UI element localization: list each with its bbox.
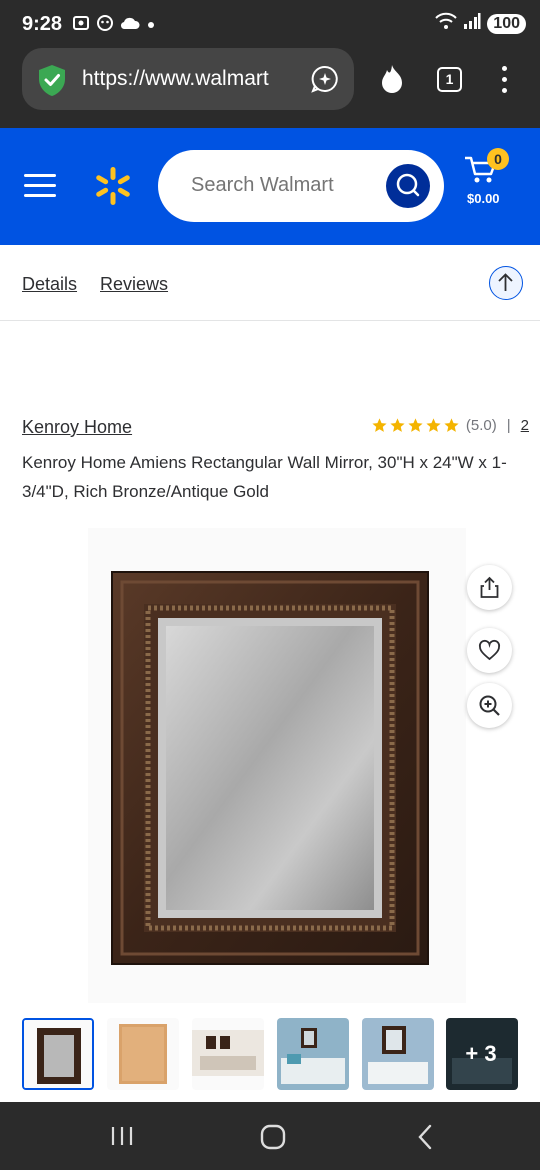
- wifi-icon: [435, 12, 458, 35]
- search-icon: [396, 173, 420, 197]
- rating-value: (5.0): [465, 417, 497, 434]
- assistant-icon[interactable]: [310, 64, 340, 99]
- search-bar[interactable]: [158, 150, 444, 222]
- cart-button[interactable]: 0 $0.00: [463, 148, 513, 208]
- cart-count-badge: 0: [487, 148, 509, 170]
- scroll-to-top-button[interactable]: [489, 266, 523, 300]
- star-icon: [426, 418, 441, 432]
- walmart-header: 0 $0.00: [0, 128, 540, 245]
- url-text[interactable]: https://www.walmart: [82, 67, 297, 91]
- tab-switcher-button[interactable]: 1: [437, 67, 462, 92]
- reviews-link[interactable]: Reviews: [100, 274, 168, 295]
- favorite-button[interactable]: [467, 628, 512, 673]
- more-menu-icon[interactable]: [502, 66, 508, 99]
- home-icon[interactable]: [260, 1124, 286, 1155]
- status-bar: 9:28 100: [0, 0, 540, 48]
- walmart-spark-logo[interactable]: [93, 166, 133, 211]
- status-system-icons: 100: [435, 12, 526, 35]
- search-button[interactable]: [386, 164, 430, 208]
- zoom-button[interactable]: [467, 683, 512, 728]
- rating-separator: |: [506, 417, 511, 434]
- heart-icon: [478, 639, 501, 661]
- recent-apps-icon[interactable]: [110, 1124, 134, 1153]
- more-images-count: + 3: [465, 1041, 497, 1066]
- browser-toolbar: https://www.walmart 1: [0, 48, 540, 128]
- menu-icon[interactable]: [24, 174, 56, 204]
- product-main-image[interactable]: [88, 528, 466, 1003]
- zoom-in-icon: [479, 695, 500, 716]
- fire-icon[interactable]: [378, 64, 406, 99]
- star-icon: [408, 418, 423, 432]
- share-button[interactable]: [467, 565, 512, 610]
- app-notification-icon: [96, 14, 114, 37]
- secure-shield-icon[interactable]: [36, 63, 68, 102]
- arrow-up-icon: [498, 273, 513, 291]
- image-thumbnails: + 3: [22, 1018, 518, 1090]
- thumbnail-mirror-back[interactable]: [107, 1018, 179, 1090]
- rating-summary[interactable]: (5.0) | 2: [371, 417, 529, 434]
- thumbnail-room-scene-3[interactable]: [362, 1018, 434, 1090]
- star-icon: [372, 418, 387, 432]
- product-section-nav: Details Reviews: [0, 245, 540, 321]
- star-icon: [390, 418, 405, 432]
- signal-icon: [463, 12, 481, 35]
- cloud-icon: [120, 16, 140, 35]
- battery-indicator: 100: [487, 13, 526, 34]
- dot-icon: [146, 17, 156, 35]
- status-time: 9:28: [22, 13, 63, 35]
- status-notification-icons: [72, 14, 156, 37]
- search-input[interactable]: [191, 174, 371, 197]
- review-count-link[interactable]: 2: [521, 417, 529, 434]
- cart-total: $0.00: [467, 191, 500, 206]
- thumbnail-mirror-front[interactable]: [22, 1018, 94, 1090]
- brand-link[interactable]: Kenroy Home: [22, 417, 132, 438]
- android-navigation-bar: [0, 1102, 540, 1170]
- address-bar[interactable]: https://www.walmart: [22, 48, 354, 110]
- thumbnail-more-images[interactable]: + 3: [446, 1018, 518, 1090]
- star-icon: [444, 418, 459, 432]
- thumbnail-room-scene-1[interactable]: [192, 1018, 264, 1090]
- details-link[interactable]: Details: [22, 274, 77, 295]
- thumbnail-room-scene-2[interactable]: [277, 1018, 349, 1090]
- screenshot-icon: [72, 14, 90, 37]
- product-title: Kenroy Home Amiens Rectangular Wall Mirr…: [22, 453, 507, 501]
- share-icon: [480, 576, 499, 598]
- star-rating: [371, 417, 460, 434]
- back-icon[interactable]: [415, 1124, 435, 1155]
